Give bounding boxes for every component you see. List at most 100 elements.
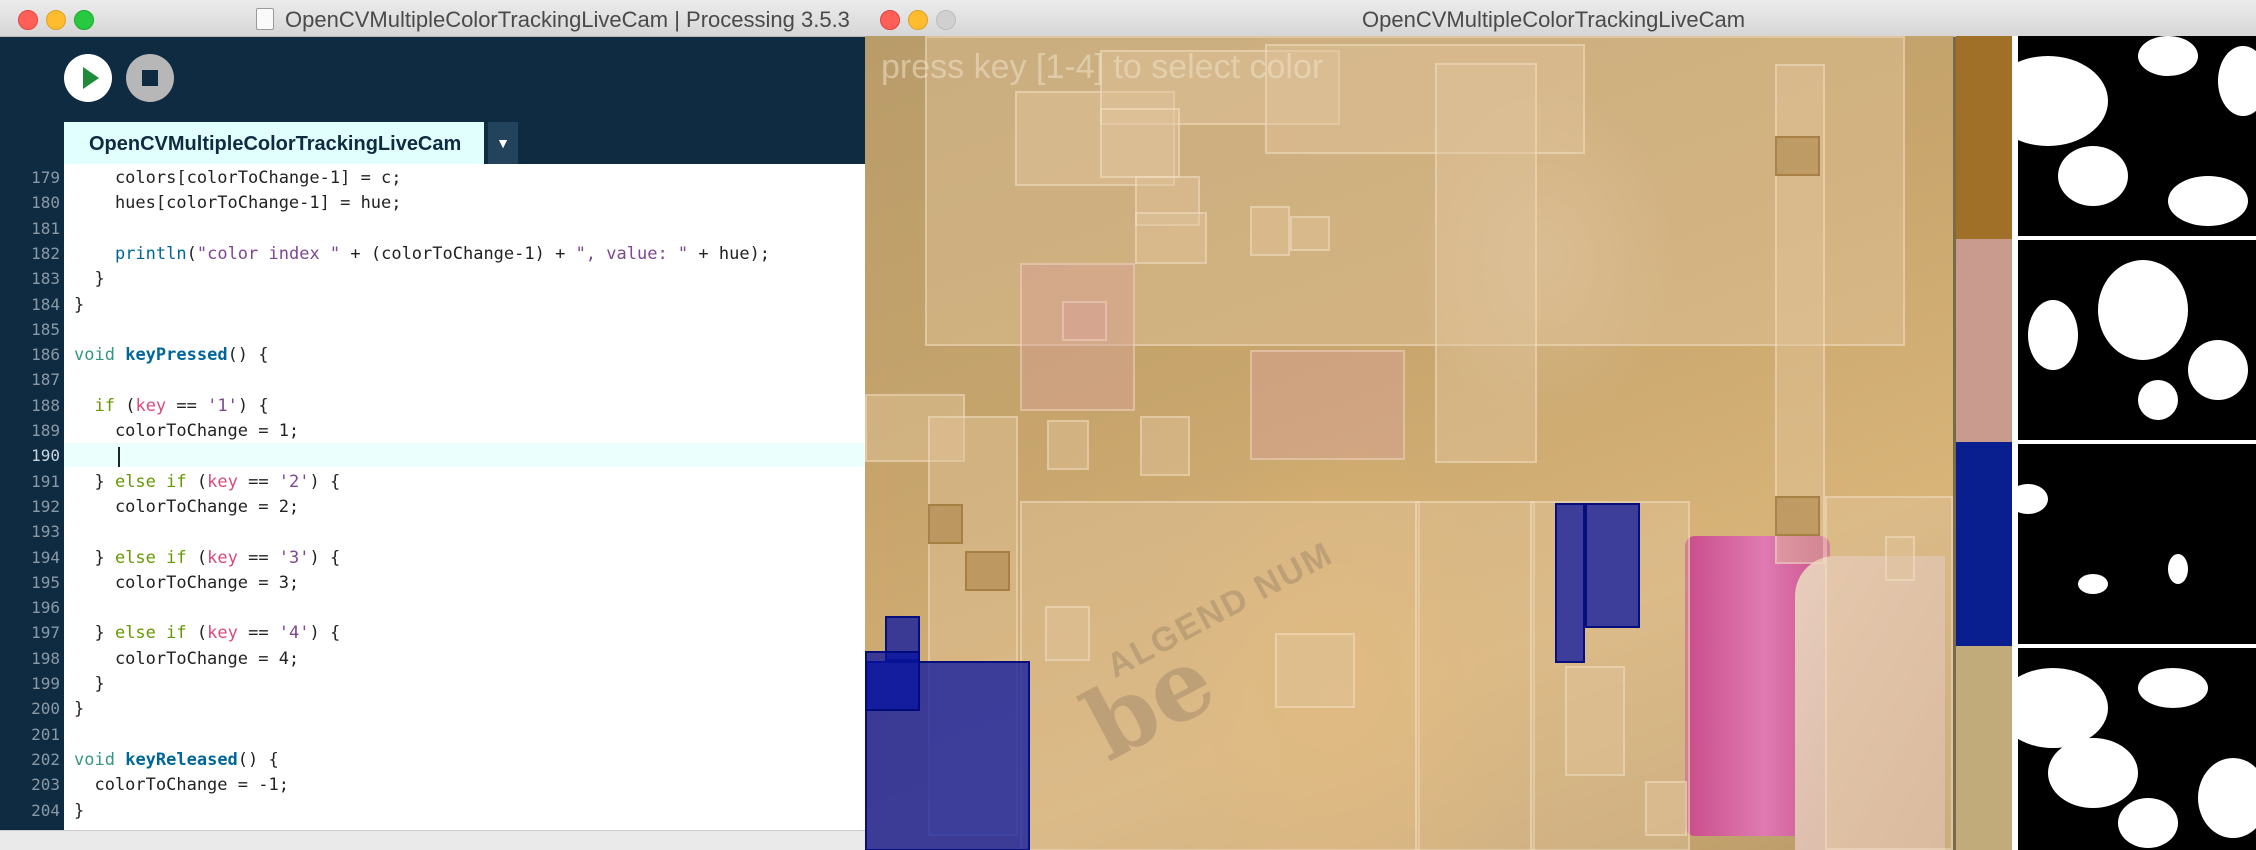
- zoom-window-icon[interactable]: [74, 10, 94, 30]
- tracking-box: [965, 551, 1010, 591]
- ide-status-bar: [0, 830, 865, 850]
- triangle-down-icon: ▼: [496, 135, 510, 151]
- sketch-title-bar[interactable]: OpenCVMultipleColorTrackingLiveCam: [865, 0, 2256, 37]
- tracking-box-blue: [1585, 503, 1640, 628]
- line-number: 180: [31, 193, 60, 213]
- line-number: 201: [31, 724, 60, 744]
- code-line[interactable]: colorToChange = 3;: [74, 573, 299, 593]
- threshold-mask-3: [2018, 444, 2256, 644]
- tracking-box: [1415, 501, 1535, 850]
- tracking-box: [928, 504, 963, 544]
- ide-window-title: OpenCVMultipleColorTrackingLiveCam | Pro…: [285, 7, 850, 32]
- tracking-box: [1140, 416, 1190, 476]
- tracking-box: [1062, 301, 1107, 341]
- instruction-hint: press key [1-4] to select color: [881, 48, 1324, 86]
- line-number: 181: [31, 218, 60, 238]
- line-number: 198: [31, 648, 60, 668]
- line-number: 182: [31, 243, 60, 263]
- tracking-box: [1045, 606, 1090, 661]
- tab-menu-button[interactable]: ▼: [488, 122, 518, 164]
- code-line[interactable]: }: [74, 269, 104, 289]
- code-line[interactable]: void keyReleased() {: [74, 750, 279, 770]
- color-swatch-2: [1956, 239, 2012, 442]
- tracking-box: [1250, 206, 1290, 256]
- close-window-icon[interactable]: [18, 10, 38, 30]
- line-number: 196: [31, 598, 60, 618]
- line-number: 192: [31, 496, 60, 516]
- code-line[interactable]: }: [74, 674, 104, 694]
- minimize-window-icon[interactable]: [908, 10, 928, 30]
- code-line[interactable]: } else if (key == '4') {: [74, 623, 340, 643]
- current-line-highlight: [64, 443, 865, 467]
- ide-title-bar[interactable]: OpenCVMultipleColorTrackingLiveCam | Pro…: [0, 0, 865, 37]
- minimize-window-icon[interactable]: [46, 10, 66, 30]
- tracking-box-blue: [1555, 503, 1585, 663]
- tracking-box: [1775, 496, 1820, 536]
- stop-button[interactable]: [126, 54, 174, 102]
- code-editor[interactable]: colors[colorToChange-1] = c; hues[colorT…: [64, 164, 865, 830]
- tracking-box: [1435, 63, 1537, 463]
- line-number: 202: [31, 749, 60, 769]
- line-number: 199: [31, 674, 60, 693]
- tracking-box: [1885, 536, 1915, 581]
- webcam-feed[interactable]: ALGEND NUM be press key [1-4] to select …: [865, 36, 1953, 850]
- close-window-icon[interactable]: [880, 10, 900, 30]
- line-number: 188: [31, 395, 60, 415]
- code-line[interactable]: }: [74, 801, 84, 821]
- line-number: 185: [31, 319, 60, 339]
- run-button[interactable]: [64, 54, 112, 102]
- code-line[interactable]: colors[colorToChange-1] = c;: [74, 168, 402, 188]
- tracking-box: [1250, 350, 1405, 460]
- code-line[interactable]: } else if (key == '2') {: [74, 472, 340, 492]
- code-line[interactable]: colorToChange = 1;: [74, 421, 299, 441]
- code-line[interactable]: if (key == '1') {: [74, 396, 268, 416]
- sketch-window: OpenCVMultipleColorTrackingLiveCam ALGEN…: [865, 0, 2256, 850]
- text-caret: [118, 447, 120, 467]
- threshold-mask-4: [2018, 648, 2256, 850]
- line-number: 183: [31, 269, 60, 289]
- tracking-box: [1275, 633, 1355, 708]
- document-icon: [256, 8, 274, 30]
- line-number: 195: [31, 572, 60, 592]
- threshold-mask-column: [2012, 36, 2256, 850]
- tracking-box: [1135, 212, 1207, 264]
- code-line[interactable]: colorToChange = 4;: [74, 649, 299, 669]
- code-line[interactable]: } else if (key == '3') {: [74, 548, 340, 568]
- tracking-box: [1645, 781, 1687, 836]
- line-number: 179: [31, 168, 60, 187]
- code-line[interactable]: colorToChange = 2;: [74, 497, 299, 517]
- tracking-box: [1100, 108, 1180, 178]
- line-number: 200: [31, 699, 60, 719]
- line-number: 193: [31, 522, 60, 542]
- code-line[interactable]: }: [74, 699, 84, 719]
- threshold-mask-2: [2018, 240, 2256, 440]
- code-line[interactable]: hues[colorToChange-1] = hue;: [74, 193, 402, 213]
- line-number-gutter: 179 180 181 182 183 184 185 186 187 188 189 190 191 1…: [0, 164, 64, 830]
- processing-ide-window: OpenCVMultipleColorTrackingLiveCam | Pro…: [0, 0, 865, 850]
- line-number: 184: [31, 294, 60, 314]
- ide-toolbar: OpenCVMultipleColorTrackingLiveCam ▼: [0, 37, 865, 164]
- line-number: 191: [31, 471, 60, 491]
- line-number: 186: [31, 345, 60, 365]
- code-line[interactable]: colorToChange = -1;: [74, 775, 288, 795]
- tracking-box: [1565, 666, 1625, 776]
- color-swatch-3: [1956, 442, 2012, 646]
- threshold-mask-1: [2018, 36, 2256, 236]
- sketch-window-title: OpenCVMultipleColorTrackingLiveCam: [1362, 7, 1746, 32]
- tracking-box: [1047, 420, 1089, 470]
- line-number: 189: [31, 421, 60, 440]
- color-swatch-1: [1956, 36, 2012, 239]
- line-number: 203: [31, 775, 60, 795]
- tab-sketch[interactable]: OpenCVMultipleColorTrackingLiveCam: [64, 122, 484, 164]
- color-swatch-4: [1956, 646, 2012, 850]
- line-number: 194: [31, 547, 60, 567]
- code-line[interactable]: println("color index " + (colorToChange-…: [74, 244, 770, 264]
- code-line[interactable]: }: [74, 295, 84, 315]
- zoom-window-icon[interactable]: [936, 10, 956, 30]
- tracking-box: [1020, 501, 1420, 850]
- line-number: 190: [31, 446, 60, 466]
- line-number: 187: [31, 370, 60, 390]
- code-line[interactable]: [74, 446, 115, 466]
- tracking-box: [1290, 216, 1330, 251]
- code-line[interactable]: void keyPressed() {: [74, 345, 269, 365]
